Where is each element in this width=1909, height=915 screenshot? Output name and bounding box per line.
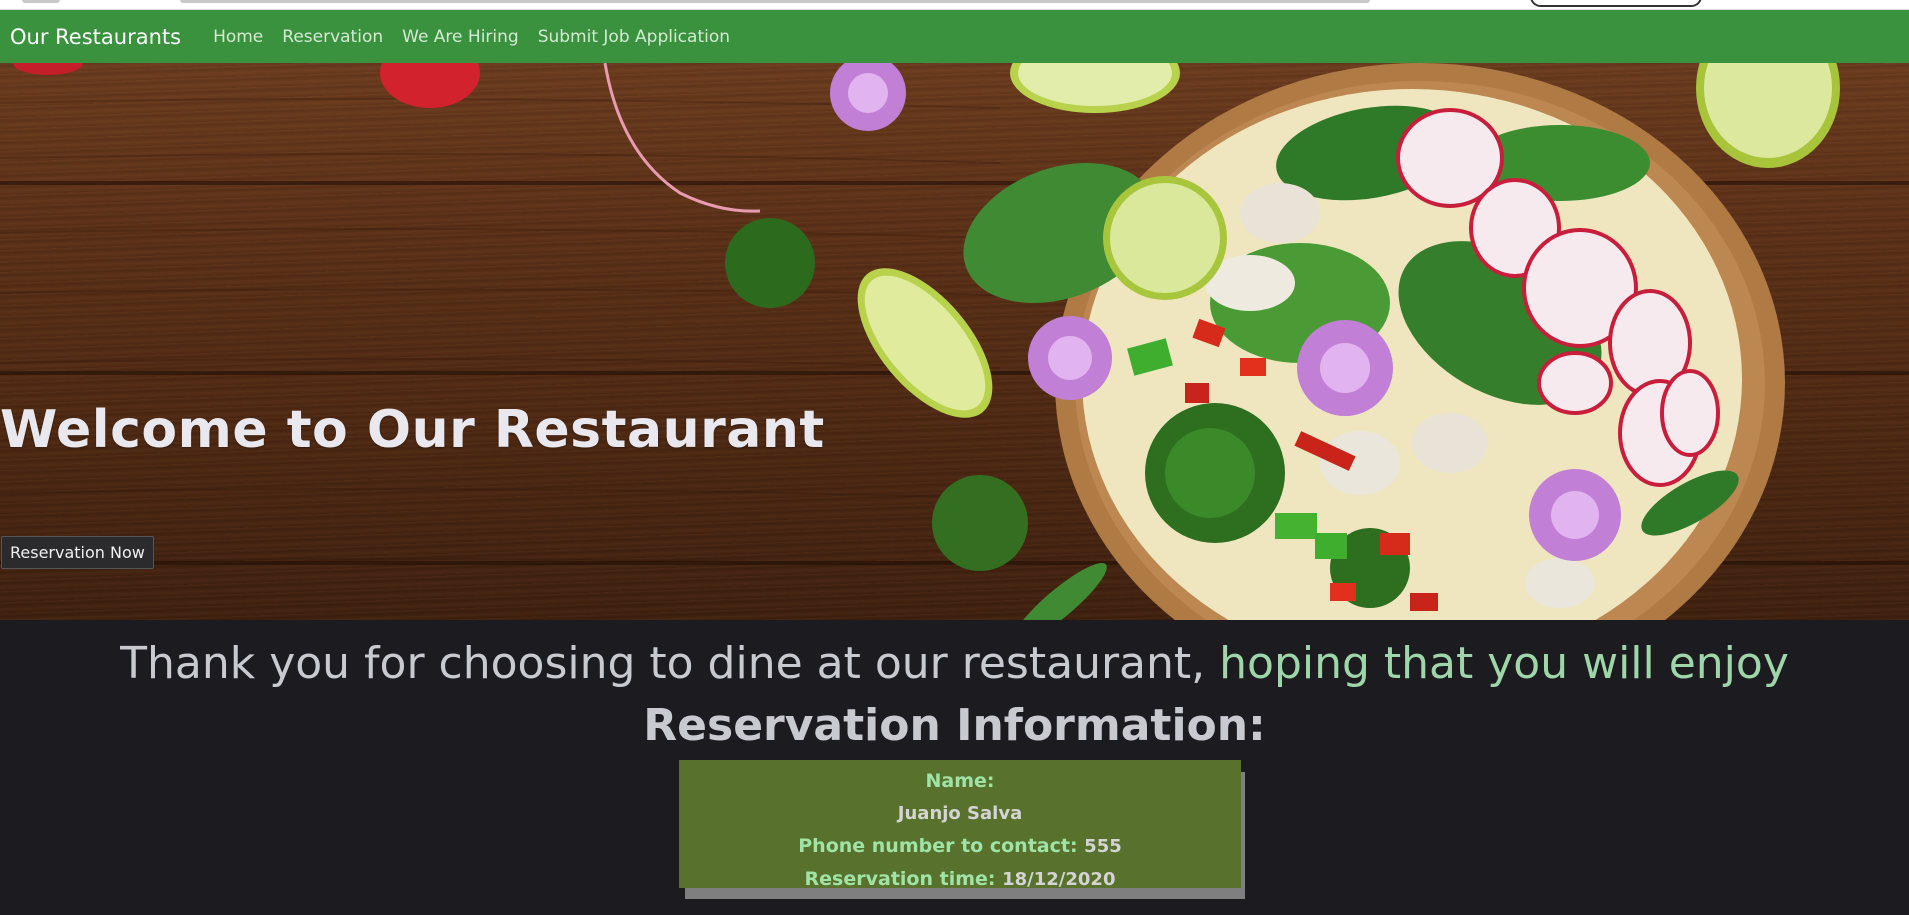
nav-link-submit-job-application[interactable]: Submit Job Application <box>538 27 730 47</box>
reservation-card: Name: Juanjo Salva Phone number to conta… <box>679 760 1241 890</box>
navbar-brand[interactable]: Our Restaurants <box>10 25 181 49</box>
time-value: 18/12/2020 <box>1002 869 1116 890</box>
nav-link-home[interactable]: Home <box>213 27 263 47</box>
name-label: Name: <box>925 770 995 792</box>
hero-banner: Welcome to Our Restaurant Reservation No… <box>0 63 1909 620</box>
nav-link-we-are-hiring[interactable]: We Are Hiring <box>402 27 519 47</box>
phone-label: Phone number to contact: <box>798 835 1078 857</box>
browser-top-strip <box>0 0 1909 10</box>
reservation-info-heading: Reservation Information: <box>643 700 1266 751</box>
thank-you-text: Thank you for choosing to dine at our re… <box>120 638 1206 689</box>
phone-value: 555 <box>1084 836 1122 857</box>
nav-links: Home Reservation We Are Hiring Submit Jo… <box>213 27 730 47</box>
nav-link-reservation[interactable]: Reservation <box>282 27 383 47</box>
thank-you-message: Thank you for choosing to dine at our re… <box>0 638 1909 689</box>
hero-food-image <box>0 63 1840 620</box>
thank-you-accent: hoping that you will enjoy <box>1219 638 1789 689</box>
time-row: Reservation time: 18/12/2020 <box>679 863 1241 896</box>
reservation-now-button[interactable]: Reservation Now <box>1 536 154 569</box>
name-label-row: Name: <box>679 765 1241 797</box>
hero-title: Welcome to Our Restaurant <box>0 400 825 460</box>
browser-pill-button[interactable] <box>1530 0 1702 7</box>
name-value-row: Juanjo Salva <box>679 797 1241 830</box>
address-bar-edge <box>180 0 1370 3</box>
name-value: Juanjo Salva <box>897 803 1023 824</box>
tab-edge <box>22 0 60 3</box>
navbar: Our Restaurants Home Reservation We Are … <box>0 10 1909 63</box>
time-label: Reservation time: <box>804 868 996 890</box>
phone-row: Phone number to contact: 555 <box>679 830 1241 863</box>
